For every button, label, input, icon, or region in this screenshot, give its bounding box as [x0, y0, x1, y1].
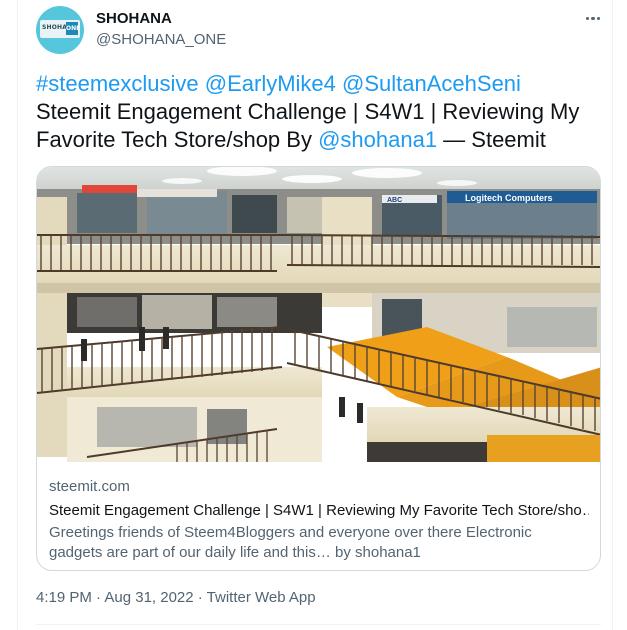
card-meta: steemit.com Steemit Engagement Challenge…	[49, 477, 589, 563]
link-preview-card[interactable]: Logitech Computers ABC steemit.com Steem…	[36, 166, 601, 571]
timeline-border-left	[17, 0, 18, 630]
author-display-name[interactable]: SHOHANA	[96, 10, 172, 27]
card-description: Greetings friends of Steem4Bloggers and …	[49, 524, 532, 561]
tweet: SHOHANA ONE SHOHANA @SHOHANA_ONE #steeme…	[0, 0, 627, 630]
avatar[interactable]: SHOHANA ONE	[36, 6, 84, 54]
timeline-border-right	[612, 0, 613, 630]
card-image-sign: Logitech Computers	[465, 193, 553, 203]
card-image-sign: ABC	[387, 197, 402, 204]
author-handle[interactable]: @SHOHANA_ONE	[96, 31, 226, 48]
card-image[interactable]: Logitech Computers ABC	[37, 167, 601, 462]
tweet-text: #steemexclusive @EarlyMike4 @SultanAcehS…	[36, 70, 606, 154]
mention-link[interactable]: @EarlyMike4	[205, 71, 336, 96]
tweet-body-tail: — Steemit	[437, 127, 546, 152]
avatar-logo: SHOHANA ONE	[40, 20, 80, 38]
divider	[36, 624, 601, 625]
hashtag-link[interactable]: #steemexclusive	[36, 71, 199, 96]
more-dot	[596, 17, 600, 21]
more-dot	[591, 17, 595, 21]
avatar-logo-badge: ONE	[66, 22, 80, 35]
card-domain: steemit.com	[49, 478, 130, 495]
tweet-timestamp[interactable]: 4:19 PM · Aug 31, 2022 · Twitter Web App	[36, 589, 316, 606]
mention-link[interactable]: @shohana1	[318, 127, 437, 152]
card-title[interactable]: Steemit Engagement Challenge | S4W1 | Re…	[49, 501, 589, 521]
more-horizontal-icon	[586, 17, 590, 21]
more-options-button[interactable]	[579, 8, 607, 28]
mention-link[interactable]: @SultanAcehSeni	[342, 71, 521, 96]
